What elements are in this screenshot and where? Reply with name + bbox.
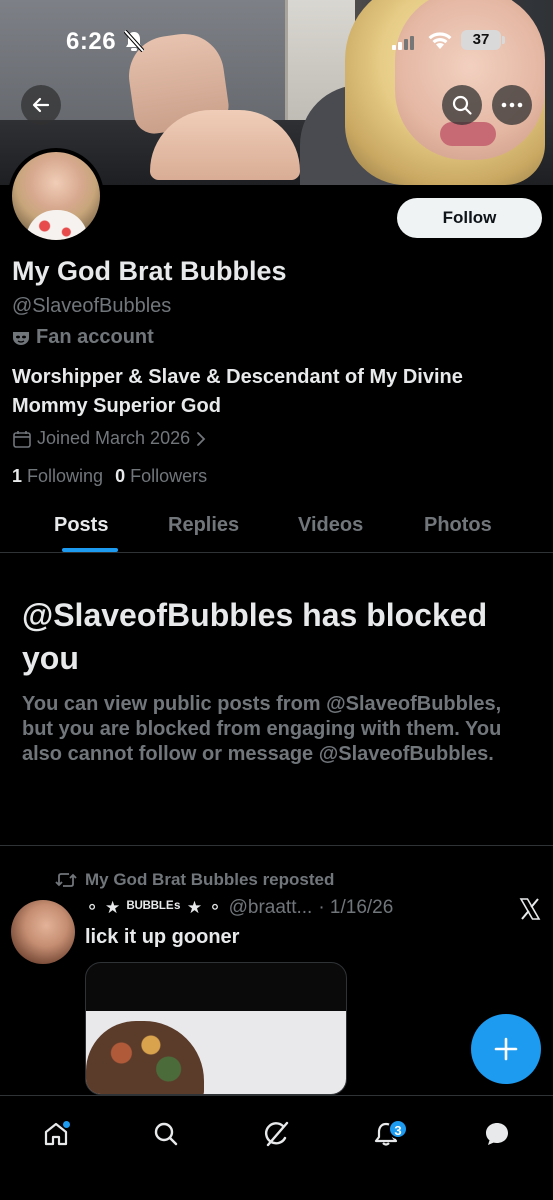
nav-explore[interactable] — [144, 1112, 188, 1156]
post-author-name-suffix: ★ ⚬ — [186, 898, 223, 917]
tab-replies[interactable]: Replies — [168, 514, 239, 537]
nav-notifications[interactable]: 3 — [364, 1112, 408, 1156]
repost-label: My God Brat Bubbles reposted — [85, 870, 335, 889]
account-label: Fan account — [12, 326, 154, 349]
chevron-right-icon — [197, 431, 206, 446]
follow-button[interactable]: Follow — [397, 198, 542, 238]
post-text: lick it up gooner — [85, 926, 240, 948]
following-label: Following — [27, 466, 104, 486]
status-time: 6:26 — [66, 28, 117, 55]
arrow-left-icon — [32, 97, 50, 113]
post-author-avatar[interactable] — [11, 900, 75, 964]
more-horizontal-icon — [501, 102, 523, 108]
following-link[interactable]: 1 Following — [12, 466, 103, 487]
joined-date-row[interactable]: Joined March 2026 — [12, 428, 207, 449]
active-tab-indicator — [62, 548, 118, 552]
home-notification-dot — [62, 1120, 71, 1129]
joined-date: Joined March 2026 — [37, 428, 191, 448]
x-logo-icon — [519, 898, 541, 920]
battery-tip — [502, 36, 505, 44]
post-date: · 1/16/26 — [318, 897, 394, 918]
search-button[interactable] — [442, 85, 482, 125]
repost-icon — [55, 873, 77, 887]
divider — [0, 845, 553, 846]
profile-handle: @SlaveofBubbles — [12, 295, 172, 317]
search-icon — [154, 1122, 178, 1146]
post-header: ⚬ ★ ᴮᵁᴮᴮᴸᴱˢ ★ ⚬ @braatt... · 1/16/26 — [85, 897, 485, 919]
account-label-text: Fan account — [36, 326, 154, 348]
compose-button[interactable] — [471, 1014, 541, 1084]
display-name: My God Brat Bubbles — [12, 256, 287, 286]
plus-icon — [494, 1037, 518, 1061]
followers-count: 0 — [115, 466, 126, 486]
wifi-icon — [428, 32, 452, 49]
repost-indicator: My God Brat Bubbles reposted — [55, 870, 334, 890]
profile-bio: Worshipper & Slave & Descendant of My Di… — [12, 366, 463, 417]
bottom-navigation: 3 — [0, 1095, 553, 1200]
tab-videos[interactable]: Videos — [298, 514, 363, 537]
profile-tabs: Posts Replies Videos Photos — [0, 500, 553, 553]
mask-icon — [13, 331, 29, 345]
battery-level: 37 — [461, 30, 501, 50]
status-bar: 6:26 37 — [0, 0, 553, 80]
notifications-badge: 3 — [388, 1119, 408, 1139]
avatar-clothing — [26, 210, 88, 240]
nav-messages[interactable] — [475, 1112, 519, 1156]
blocked-title: @SlaveofBubbles has blocked you — [22, 597, 488, 676]
post-author-handle[interactable]: @braatt... — [229, 897, 313, 919]
post-media[interactable] — [85, 962, 347, 1095]
followers-label: Followers — [130, 466, 208, 486]
tab-posts[interactable]: Posts — [54, 514, 108, 537]
back-button[interactable] — [21, 85, 61, 125]
signal-icon — [392, 36, 414, 50]
nav-home[interactable] — [34, 1112, 78, 1156]
nav-grok[interactable] — [255, 1112, 299, 1156]
profile-avatar[interactable] — [8, 148, 104, 244]
blocked-description: You can view public posts from @SlaveofB… — [22, 693, 502, 765]
followers-link[interactable]: 0 Followers — [115, 466, 207, 487]
follow-stats: 1 Following 0 Followers — [12, 466, 207, 487]
post-author-name[interactable]: ᴮᵁᴮᴮᴸᴱˢ — [127, 898, 181, 918]
post-author-name-prefix: ⚬ ★ — [85, 898, 121, 917]
more-options-button[interactable] — [492, 85, 532, 125]
banner-lips — [440, 122, 496, 146]
search-icon — [452, 95, 472, 115]
tab-photos[interactable]: Photos — [424, 514, 492, 537]
grok-icon — [264, 1121, 289, 1147]
bell-off-icon — [124, 30, 144, 52]
following-count: 1 — [12, 466, 23, 486]
message-icon — [486, 1123, 508, 1145]
calendar-icon — [13, 430, 31, 448]
